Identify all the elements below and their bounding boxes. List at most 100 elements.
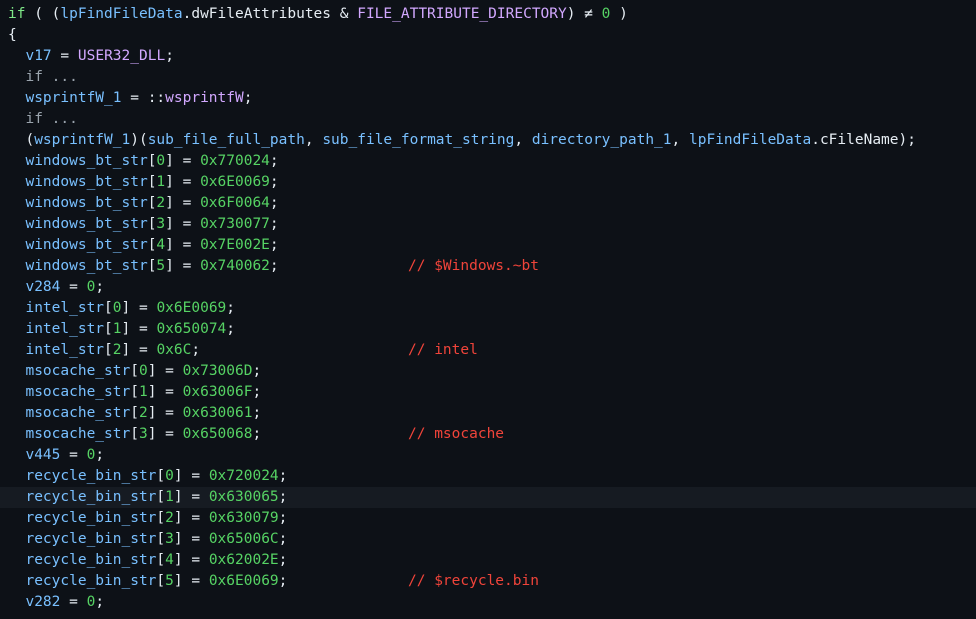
code-line[interactable]: msocache_str[2] = 0x630061;: [0, 403, 976, 424]
code-token: sub_file_format_string: [322, 132, 515, 148]
code-token: intel_str: [25, 300, 105, 316]
code-token: FILE_ATTRIBUTE_DIRECTORY: [357, 6, 567, 22]
collapsed-block[interactable]: ...: [52, 111, 78, 127]
code-token: [: [156, 510, 166, 526]
code-token: ;: [252, 384, 262, 400]
code-token: [: [156, 468, 166, 484]
code-token: = ::: [121, 90, 166, 106]
code-token: wsprintfW_1: [25, 90, 122, 106]
code-token: windows_bt_str: [25, 195, 148, 211]
collapsed-block[interactable]: ...: [52, 69, 78, 85]
code-line[interactable]: v282 = 0;: [0, 592, 976, 613]
code-line[interactable]: msocache_str[1] = 0x63006F;: [0, 382, 976, 403]
collapsed-block[interactable]: if: [8, 69, 52, 85]
code-token: [: [104, 300, 113, 316]
code-line[interactable]: windows_bt_str[5] = 0x740062;// $Windows…: [0, 256, 976, 277]
code-token: {: [8, 27, 17, 43]
code-line[interactable]: (wsprintfW_1)(sub_file_full_path, sub_fi…: [0, 130, 976, 151]
code-token: 1: [112, 321, 122, 337]
code-line[interactable]: recycle_bin_str[0] = 0x720024;: [0, 466, 976, 487]
code-line[interactable]: v17 = USER32_DLL;: [0, 46, 976, 67]
code-token: )(: [130, 132, 148, 148]
code-token: 1: [156, 174, 166, 190]
code-line[interactable]: if ...: [0, 109, 976, 130]
code-line[interactable]: {: [0, 25, 976, 46]
code-token: ] =: [173, 468, 209, 484]
code-token: msocache_str: [25, 363, 131, 379]
code-token: ;: [191, 342, 201, 358]
code-line[interactable]: windows_bt_str[3] = 0x730077;: [0, 214, 976, 235]
code-line[interactable]: msocache_str[0] = 0x73006D;: [0, 361, 976, 382]
code-token: ] =: [147, 426, 183, 442]
code-token: ( (: [25, 6, 61, 22]
code-token: 0x630079: [208, 510, 279, 526]
code-line[interactable]: intel_str[1] = 0x650074;: [0, 319, 976, 340]
code-line[interactable]: windows_bt_str[4] = 0x7E002E;: [0, 235, 976, 256]
code-editor[interactable]: if ( (lpFindFileData.dwFileAttributes & …: [0, 0, 976, 619]
code-line[interactable]: windows_bt_str[0] = 0x770024;: [0, 151, 976, 172]
code-token: windows_bt_str: [25, 237, 148, 253]
code-token: 0x62002E: [208, 552, 279, 568]
code-token: 2: [112, 342, 122, 358]
code-line[interactable]: windows_bt_str[2] = 0x6F0064;: [0, 193, 976, 214]
code-token: ] =: [147, 405, 183, 421]
code-token: windows_bt_str: [25, 216, 148, 232]
code-token: ;: [269, 153, 279, 169]
code-line[interactable]: v445 = 0;: [0, 445, 976, 466]
code-line[interactable]: recycle_bin_str[2] = 0x630079;: [0, 508, 976, 529]
code-token: 0x650068: [182, 426, 253, 442]
code-token: ,: [304, 132, 323, 148]
code-token: intel_str: [25, 321, 105, 337]
code-line[interactable]: intel_str[0] = 0x6E0069;: [0, 298, 976, 319]
code-token: [: [156, 531, 166, 547]
code-line[interactable]: recycle_bin_str[4] = 0x62002E;: [0, 550, 976, 571]
code-token: 0x6E0069: [156, 300, 227, 316]
code-token: wsprintfW_1: [34, 132, 131, 148]
code-token: ;: [269, 237, 279, 253]
code-line[interactable]: if ...: [0, 67, 976, 88]
code-token: ): [610, 6, 628, 22]
code-line[interactable]: intel_str[2] = 0x6C; // intel: [0, 340, 976, 361]
code-token: 0x650074: [156, 321, 227, 337]
code-token: recycle_bin_str: [25, 489, 157, 505]
code-line[interactable]: windows_bt_str[1] = 0x6E0069;: [0, 172, 976, 193]
code-token: 1: [165, 489, 174, 505]
code-line[interactable]: recycle_bin_str[5] = 0x6E0069; // $recycl…: [0, 571, 976, 592]
code-token: =: [60, 594, 87, 610]
code-token: ;: [243, 90, 253, 106]
code-token: ] =: [121, 342, 157, 358]
code-token: ] =: [147, 384, 183, 400]
code-token: 0x73006D: [182, 363, 253, 379]
code-token: ;: [269, 174, 279, 190]
code-token: windows_bt_str: [25, 174, 148, 190]
code-line[interactable]: recycle_bin_str[3] = 0x65006C;: [0, 529, 976, 550]
code-token: ] =: [165, 237, 201, 253]
code-token: [: [156, 573, 166, 589]
code-token: 0x7E002E: [200, 237, 270, 253]
code-token: v284: [25, 279, 61, 295]
code-line[interactable]: v284 = 0;: [0, 277, 976, 298]
code-token: (: [8, 132, 35, 148]
code-token: [: [156, 552, 166, 568]
code-token: ;: [269, 216, 279, 232]
code-line[interactable]: wsprintfW_1 = ::wsprintfW;: [0, 88, 976, 109]
code-token: 0: [112, 300, 122, 316]
code-token: ;: [269, 258, 279, 274]
code-token: 0x720024: [208, 468, 279, 484]
code-token: 4: [165, 552, 174, 568]
code-token: 0x6E0069: [208, 573, 279, 589]
code-line[interactable]: recycle_bin_str[1] = 0x630065;: [0, 487, 976, 508]
code-token: 0x630065: [208, 489, 279, 505]
collapsed-block[interactable]: if: [8, 111, 52, 127]
code-line[interactable]: if ( (lpFindFileData.dwFileAttributes & …: [0, 4, 976, 25]
code-token: 0x630061: [182, 405, 253, 421]
code-line[interactable]: msocache_str[3] = 0x650068; // msocache: [0, 424, 976, 445]
